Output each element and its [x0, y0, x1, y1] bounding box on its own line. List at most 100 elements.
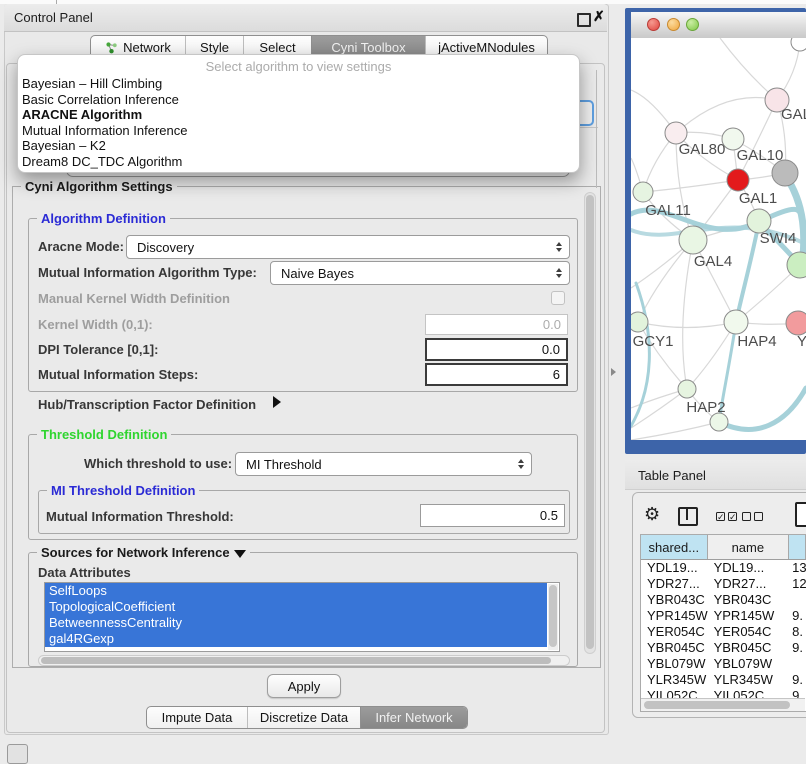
- close-traffic-light-icon[interactable]: [647, 18, 660, 31]
- network-node-label: GAL11: [645, 202, 691, 219]
- mi-steps-label: Mutual Information Steps:: [38, 367, 198, 382]
- select-all-icon[interactable]: ✓: [728, 512, 737, 521]
- document-icon[interactable]: [795, 502, 806, 527]
- network-node-hap4[interactable]: [724, 310, 748, 334]
- minimize-traffic-light-icon[interactable]: [667, 18, 680, 31]
- table-panel-title: Table Panel: [638, 468, 706, 483]
- tab-network-label: Network: [123, 40, 171, 55]
- table-row[interactable]: YDR27...YDR27...12: [641, 576, 806, 592]
- dpi-tolerance-field[interactable]: 0.0: [425, 338, 568, 361]
- column-header-partial[interactable]: [789, 535, 806, 559]
- table-row[interactable]: YBR045CYBR045C9.: [641, 640, 806, 656]
- aracne-mode-label: Aracne Mode:: [38, 239, 124, 254]
- algorithm-definition-title: Algorithm Definition: [37, 211, 170, 226]
- network-node-gal4[interactable]: [679, 226, 707, 254]
- kernel-width-label: Kernel Width (0,1):: [38, 317, 153, 332]
- network-node[interactable]: [710, 413, 728, 431]
- data-attribute-item[interactable]: BetweennessCentrality: [45, 615, 547, 631]
- kernel-width-field[interactable]: 0.0: [425, 314, 568, 335]
- float-window-icon[interactable]: [577, 13, 591, 27]
- data-attribute-item[interactable]: SelfLoops: [45, 583, 547, 599]
- deselect-all-icon[interactable]: [754, 512, 763, 521]
- algorithm-dropdown-item[interactable]: Dream8 DC_TDC Algorithm: [18, 154, 579, 170]
- table-cell: YBR045C: [641, 640, 708, 656]
- threshold-definition-title: Threshold Definition: [37, 427, 171, 442]
- close-icon[interactable]: ✗: [593, 8, 605, 25]
- collapse-arrow-icon[interactable]: [234, 550, 246, 558]
- table-row[interactable]: YDL19...YDL19...13: [641, 560, 806, 576]
- table-row[interactable]: YPR145WYPR145W9.: [641, 608, 806, 624]
- network-node-gal1[interactable]: [727, 169, 749, 191]
- algorithm-dropdown-placeholder: Select algorithm to view settings: [18, 55, 579, 76]
- network-node-gal11[interactable]: [633, 182, 653, 202]
- tab-infer-network[interactable]: Infer Network: [360, 707, 467, 728]
- table-cell: YLR345W: [708, 672, 790, 688]
- algorithm-dropdown-item[interactable]: Bayesian – K2: [18, 138, 579, 154]
- which-threshold-label: Which threshold to use:: [84, 456, 232, 471]
- bottom-left-panel-icon[interactable]: [7, 744, 28, 764]
- data-attribute-item[interactable]: TopologicalCoefficient: [45, 599, 547, 615]
- network-node-hap2[interactable]: [678, 380, 696, 398]
- table-row[interactable]: YLR345WYLR345W9.: [641, 672, 806, 688]
- settings-vertical-scrollbar[interactable]: [584, 192, 596, 654]
- expand-arrow-icon[interactable]: [273, 396, 281, 408]
- groupbox-edge: [577, 127, 598, 128]
- mi-threshold-label: Mutual Information Threshold:: [46, 509, 234, 524]
- network-node-label: Y: [797, 333, 806, 350]
- algorithm-dropdown-item[interactable]: Basic Correlation Inference: [18, 92, 579, 108]
- table-horizontal-scrollbar[interactable]: [641, 698, 805, 711]
- table-cell: YDL19...: [708, 560, 790, 576]
- table-row[interactable]: YBR043CYBR043C: [641, 592, 806, 608]
- table-cell: YBR043C: [708, 592, 790, 608]
- algorithm-dropdown-item[interactable]: ARACNE Algorithm: [18, 107, 579, 123]
- data-attributes-label: Data Attributes: [38, 565, 131, 580]
- table-cell: 8.: [789, 624, 806, 640]
- table-row[interactable]: YBL079WYBL079W: [641, 656, 806, 672]
- data-attributes-list: SelfLoopsTopologicalCoefficientBetweenne…: [44, 582, 560, 652]
- table-cell: YBL079W: [641, 656, 708, 672]
- table-header-row: shared... name: [641, 535, 806, 560]
- table-row[interactable]: YER054CYER054C8.: [641, 624, 806, 640]
- sources-group-title: Sources for Network Inference: [37, 545, 250, 560]
- network-node-label: GAL10: [737, 147, 784, 164]
- network-node[interactable]: [772, 160, 798, 186]
- list-vertical-scrollbar[interactable]: [548, 584, 558, 650]
- table-cell: YDR27...: [708, 576, 790, 592]
- network-canvas[interactable]: GALGAL80GAL10GAL1GAL11SWI4GAL4GCY1HAP4YH…: [631, 38, 806, 440]
- aracne-mode-combo[interactable]: Discovery: [126, 235, 570, 259]
- deselect-all-icon[interactable]: [742, 512, 751, 521]
- table-cell: 12: [789, 576, 806, 592]
- mi-algorithm-type-combo[interactable]: Naive Bayes: [270, 261, 570, 285]
- data-attribute-item[interactable]: gal4RGexp: [45, 631, 547, 647]
- select-all-icon[interactable]: ✓: [716, 512, 725, 521]
- gear-icon[interactable]: ⚙: [644, 504, 660, 525]
- bottom-tab-bar: Impute Data Discretize Data Infer Networ…: [146, 706, 468, 729]
- algorithm-dropdown-item[interactable]: Mutual Information Inference: [18, 123, 579, 139]
- mi-threshold-field[interactable]: 0.5: [420, 504, 565, 527]
- list-horizontal-scrollbar[interactable]: [38, 655, 570, 666]
- column-header-name[interactable]: name: [708, 535, 790, 559]
- algorithm-dropdown-item[interactable]: Bayesian – Hill Climbing: [18, 76, 579, 92]
- table-cell: 9.: [789, 672, 806, 688]
- apply-button[interactable]: Apply: [267, 674, 341, 698]
- zoom-traffic-light-icon[interactable]: [686, 18, 699, 31]
- panel-divider-arrow[interactable]: [611, 368, 616, 376]
- table-cell: 13: [789, 560, 806, 576]
- manual-kernel-checkbox[interactable]: [551, 291, 565, 305]
- table-cell: YPR145W: [708, 608, 790, 624]
- which-threshold-combo[interactable]: MI Threshold: [235, 452, 532, 476]
- mi-steps-field[interactable]: 6: [425, 363, 568, 386]
- tab-impute-data[interactable]: Impute Data: [147, 707, 247, 728]
- groupbox-edge: [596, 70, 597, 188]
- column-header-shared[interactable]: shared...: [641, 535, 708, 559]
- network-node-label: GCY1: [633, 333, 674, 350]
- network-node-gcy1[interactable]: [631, 312, 648, 332]
- network-node-y[interactable]: [786, 311, 806, 335]
- table-cell: YBR043C: [641, 592, 708, 608]
- split-columns-icon[interactable]: [678, 507, 698, 526]
- tab-discretize-data[interactable]: Discretize Data: [247, 707, 360, 728]
- table-cell: [789, 592, 806, 608]
- table-cell: YBR045C: [708, 640, 790, 656]
- manual-kernel-label: Manual Kernel Width Definition: [38, 291, 230, 306]
- network-node[interactable]: [791, 38, 806, 51]
